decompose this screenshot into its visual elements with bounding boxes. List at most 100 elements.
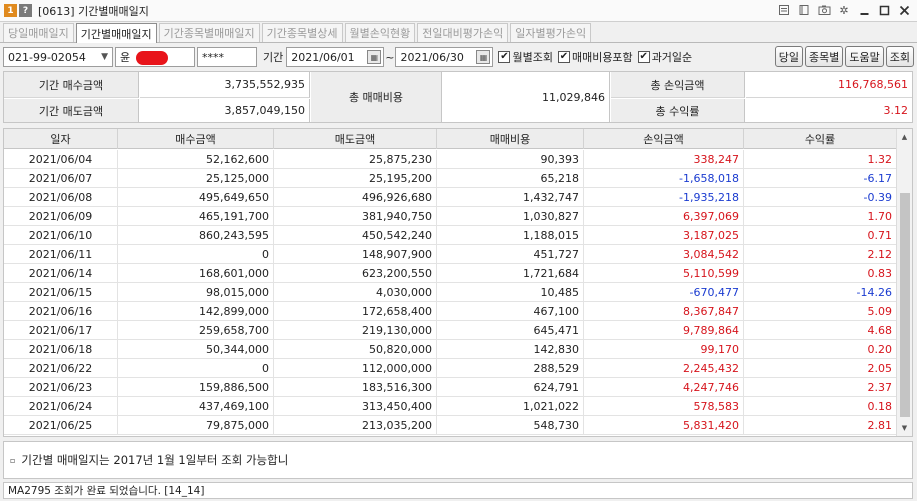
account-select[interactable]: 021-99-02054 ▼ [3,47,113,67]
checkbox-include-cost[interactable]: ✔ 매매비용포함 [557,49,633,65]
header-trade-cost[interactable]: 매매비용 [437,129,584,149]
cell-buy-amount: 0 [118,359,274,378]
notepad-icon[interactable] [777,3,791,17]
table-row[interactable]: 2021/06/16 142,899,000 172,658,400 467,100 8… [4,302,896,321]
cell-buy-amount: 860,243,595 [118,226,274,245]
checkbox-past-order[interactable]: ✔ 과거일순 [637,49,693,65]
table-row[interactable]: 2021/06/04 52,162,600 25,875,230 90,393 338,… [4,150,896,169]
cell-pnl-amount: 6,397,069 [584,207,744,226]
gear-icon[interactable]: ✲ [837,3,851,17]
today-button[interactable]: 당일 [774,46,803,67]
table-row[interactable]: 2021/06/10 860,243,595 450,542,240 1,188,01… [4,226,896,245]
header-sell-amount[interactable]: 매도금액 [274,129,437,149]
cell-buy-amount: 50,344,000 [118,340,274,359]
cell-trade-cost: 288,529 [437,359,584,378]
minimize-icon[interactable] [857,3,871,17]
calendar-icon[interactable]: ▦ [367,50,382,64]
account-holder-field: 윤 [115,47,195,67]
cell-sell-amount: 4,030,000 [274,283,437,302]
cell-buy-amount: 98,015,000 [118,283,274,302]
cell-pnl-amount: 2,245,432 [584,359,744,378]
tab-monthly-pnl[interactable]: 월별손익현황 [344,23,416,42]
table-row[interactable]: 2021/06/11 0 148,907,900 451,727 3,084,542 2.… [4,245,896,264]
header-pnl-amount[interactable]: 손익금액 [584,129,744,149]
header-return-rate[interactable]: 수익률 [744,129,896,149]
chevron-down-icon[interactable]: ▼ [101,52,108,62]
tab-daily-journal[interactable]: 당일매매일지 [3,23,74,42]
scroll-up-icon[interactable]: ▲ [897,129,912,145]
pin-icon[interactable] [797,3,811,17]
table-row[interactable]: 2021/06/22 0 112,000,000 288,529 2,245,432 2.… [4,359,896,378]
checkbox-monthly[interactable]: ✔ 월별조회 [498,49,553,65]
sell-amount-value: 3,857,049,150 [140,99,310,122]
checkbox-monthly-box[interactable]: ✔ [498,51,511,63]
cell-sell-amount: 112,000,000 [274,359,437,378]
table-row[interactable]: 2021/06/08 495,649,650 496,926,680 1,432,74… [4,188,896,207]
cell-date: 2021/06/24 [4,397,118,416]
cell-buy-amount: 79,875,000 [118,416,274,435]
help-badge[interactable]: ? [19,4,32,17]
cell-return-rate: 1.32 [867,153,893,166]
header-date[interactable]: 일자 [4,129,118,149]
total-pnl-label: 총 손익금액 [611,72,745,98]
help-button[interactable]: 도움말 [845,46,884,67]
table-row[interactable]: 2021/06/09 465,191,700 381,940,750 1,030,82… [4,207,896,226]
cell-date: 2021/06/23 [4,378,118,397]
table-row[interactable]: 2021/06/23 159,886,500 183,516,300 624,791 4… [4,378,896,397]
table-row[interactable]: 2021/06/25 79,875,000 213,035,200 548,730 5,… [4,416,896,435]
search-button[interactable]: 조회 [885,46,914,67]
cell-return-rate: 0.20 [867,343,893,356]
maximize-icon[interactable] [877,3,891,17]
cell-pnl-amount: 5,831,420 [584,416,744,435]
tab-period-item-detail[interactable]: 기간종목별상세 [261,23,343,42]
cell-trade-cost: 1,432,747 [437,188,584,207]
cell-buy-amount: 52,162,600 [118,150,274,169]
tab-daily-pnl[interactable]: 일자별평가손익 [510,23,592,42]
scroll-thumb[interactable] [900,193,910,417]
cell-sell-amount: 313,450,400 [274,397,437,416]
cell-return-rate: -6.17 [863,172,892,185]
cell-pnl-amount: 9,789,864 [584,321,744,340]
table-row[interactable]: 2021/06/17 259,658,700 219,130,000 645,471 9… [4,321,896,340]
checkbox-past-order-label: 과거일순 [651,51,693,64]
date-from-field[interactable]: 2021/06/01 ▦ [286,47,385,67]
table-row[interactable]: 2021/06/15 98,015,000 4,030,000 10,485 -670,… [4,283,896,302]
total-return-label: 총 수익률 [611,99,745,122]
header-buy-amount[interactable]: 매수금액 [118,129,274,149]
cell-trade-cost: 645,471 [437,321,584,340]
cell-sell-amount: 183,516,300 [274,378,437,397]
cell-buy-amount: 437,469,100 [118,397,274,416]
checkbox-include-cost-box[interactable]: ✔ [557,51,570,63]
total-return-value: 3.12 [883,104,909,117]
screen-number-badge[interactable]: 1 [4,4,17,17]
title-bar: 1 ? [0613] 기간별매매일지 ✲ [0,0,917,22]
checkbox-past-order-box[interactable]: ✔ [637,51,650,63]
date-from-value: 2021/06/01 [291,50,355,64]
by-item-button[interactable]: 종목별 [805,46,844,67]
redaction-mark [136,51,168,65]
total-cost-label: 총 매매비용 [311,72,442,122]
close-icon[interactable] [897,3,911,17]
scroll-down-icon[interactable]: ▼ [897,420,912,436]
notice-text: 기간별 매매일지는 2017년 1월 1일부터 조회 가능합니 [21,453,289,467]
camera-icon[interactable] [817,3,831,17]
cell-trade-cost: 1,721,684 [437,264,584,283]
cell-trade-cost: 65,218 [437,169,584,188]
cell-trade-cost: 467,100 [437,302,584,321]
summary-panel: 기간 매수금액 3,735,552,935 기간 매도금액 3,857,049,… [3,71,913,123]
tab-period-item-journal[interactable]: 기간종목별매매일지 [158,23,260,42]
vertical-scrollbar[interactable]: ▲ ▼ [896,129,912,436]
table-row[interactable]: 2021/06/14 168,601,000 623,200,550 1,721,68… [4,264,896,283]
tab-period-journal[interactable]: 기간별매매일지 [75,23,157,43]
date-to-field[interactable]: 2021/06/30 ▦ [395,47,494,67]
buy-amount-value: 3,735,552,935 [140,72,310,98]
table-row[interactable]: 2021/06/18 50,344,000 50,820,000 142,830 99,… [4,340,896,359]
table-row[interactable]: 2021/06/24 437,469,100 313,450,400 1,021,02… [4,397,896,416]
bullet-icon: ▫ [10,455,16,465]
cell-sell-amount: 25,875,230 [274,150,437,169]
tab-prev-day-pnl[interactable]: 전일대비평가손익 [417,23,509,42]
cell-sell-amount: 148,907,900 [274,245,437,264]
calendar-icon[interactable]: ▦ [476,50,491,64]
password-field[interactable]: **** [197,47,257,67]
table-row[interactable]: 2021/06/07 25,125,000 25,195,200 65,218 -1,6… [4,169,896,188]
